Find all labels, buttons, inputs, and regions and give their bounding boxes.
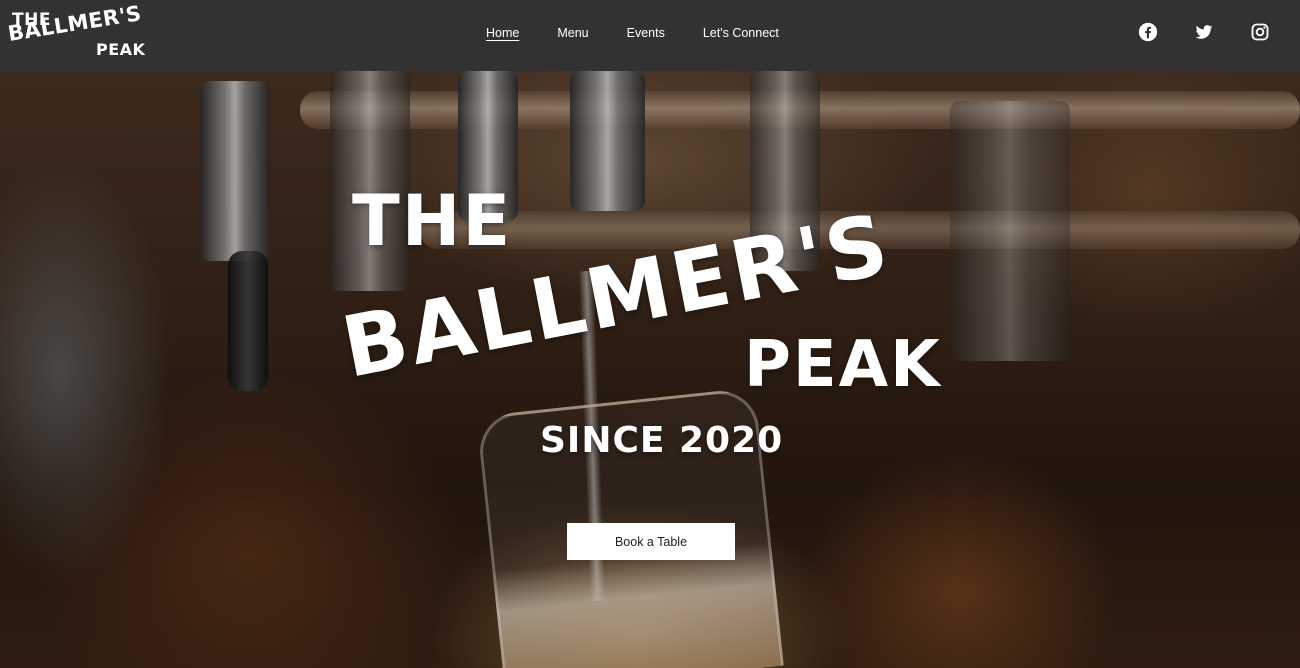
hero-title-the: THE — [352, 180, 513, 262]
facebook-icon[interactable] — [1138, 22, 1158, 42]
social-links — [1138, 22, 1270, 42]
hero-title-peak: PEAK — [744, 328, 942, 402]
nav-link-lets-connect[interactable]: Let's Connect — [703, 26, 779, 40]
nav-link-home[interactable]: Home — [486, 26, 519, 40]
logo-line-peak: PEAK — [96, 40, 146, 59]
site-logo[interactable]: THE BALLMER'S PEAK — [6, 1, 150, 62]
twitter-icon[interactable] — [1194, 22, 1214, 42]
main-nav: Home Menu Events Let's Connect — [486, 26, 817, 40]
nav-link-menu[interactable]: Menu — [557, 26, 588, 40]
top-navbar: THE BALLMER'S PEAK Home Menu Events Let'… — [0, 0, 1300, 71]
hero-section: THE BALLMER'S PEAK SINCE 2020 Book a Tab… — [0, 71, 1300, 668]
book-a-table-button[interactable]: Book a Table — [567, 523, 735, 560]
instagram-icon[interactable] — [1250, 22, 1270, 42]
nav-link-events[interactable]: Events — [627, 26, 665, 40]
hero-since-tagline: SINCE 2020 — [540, 420, 784, 461]
